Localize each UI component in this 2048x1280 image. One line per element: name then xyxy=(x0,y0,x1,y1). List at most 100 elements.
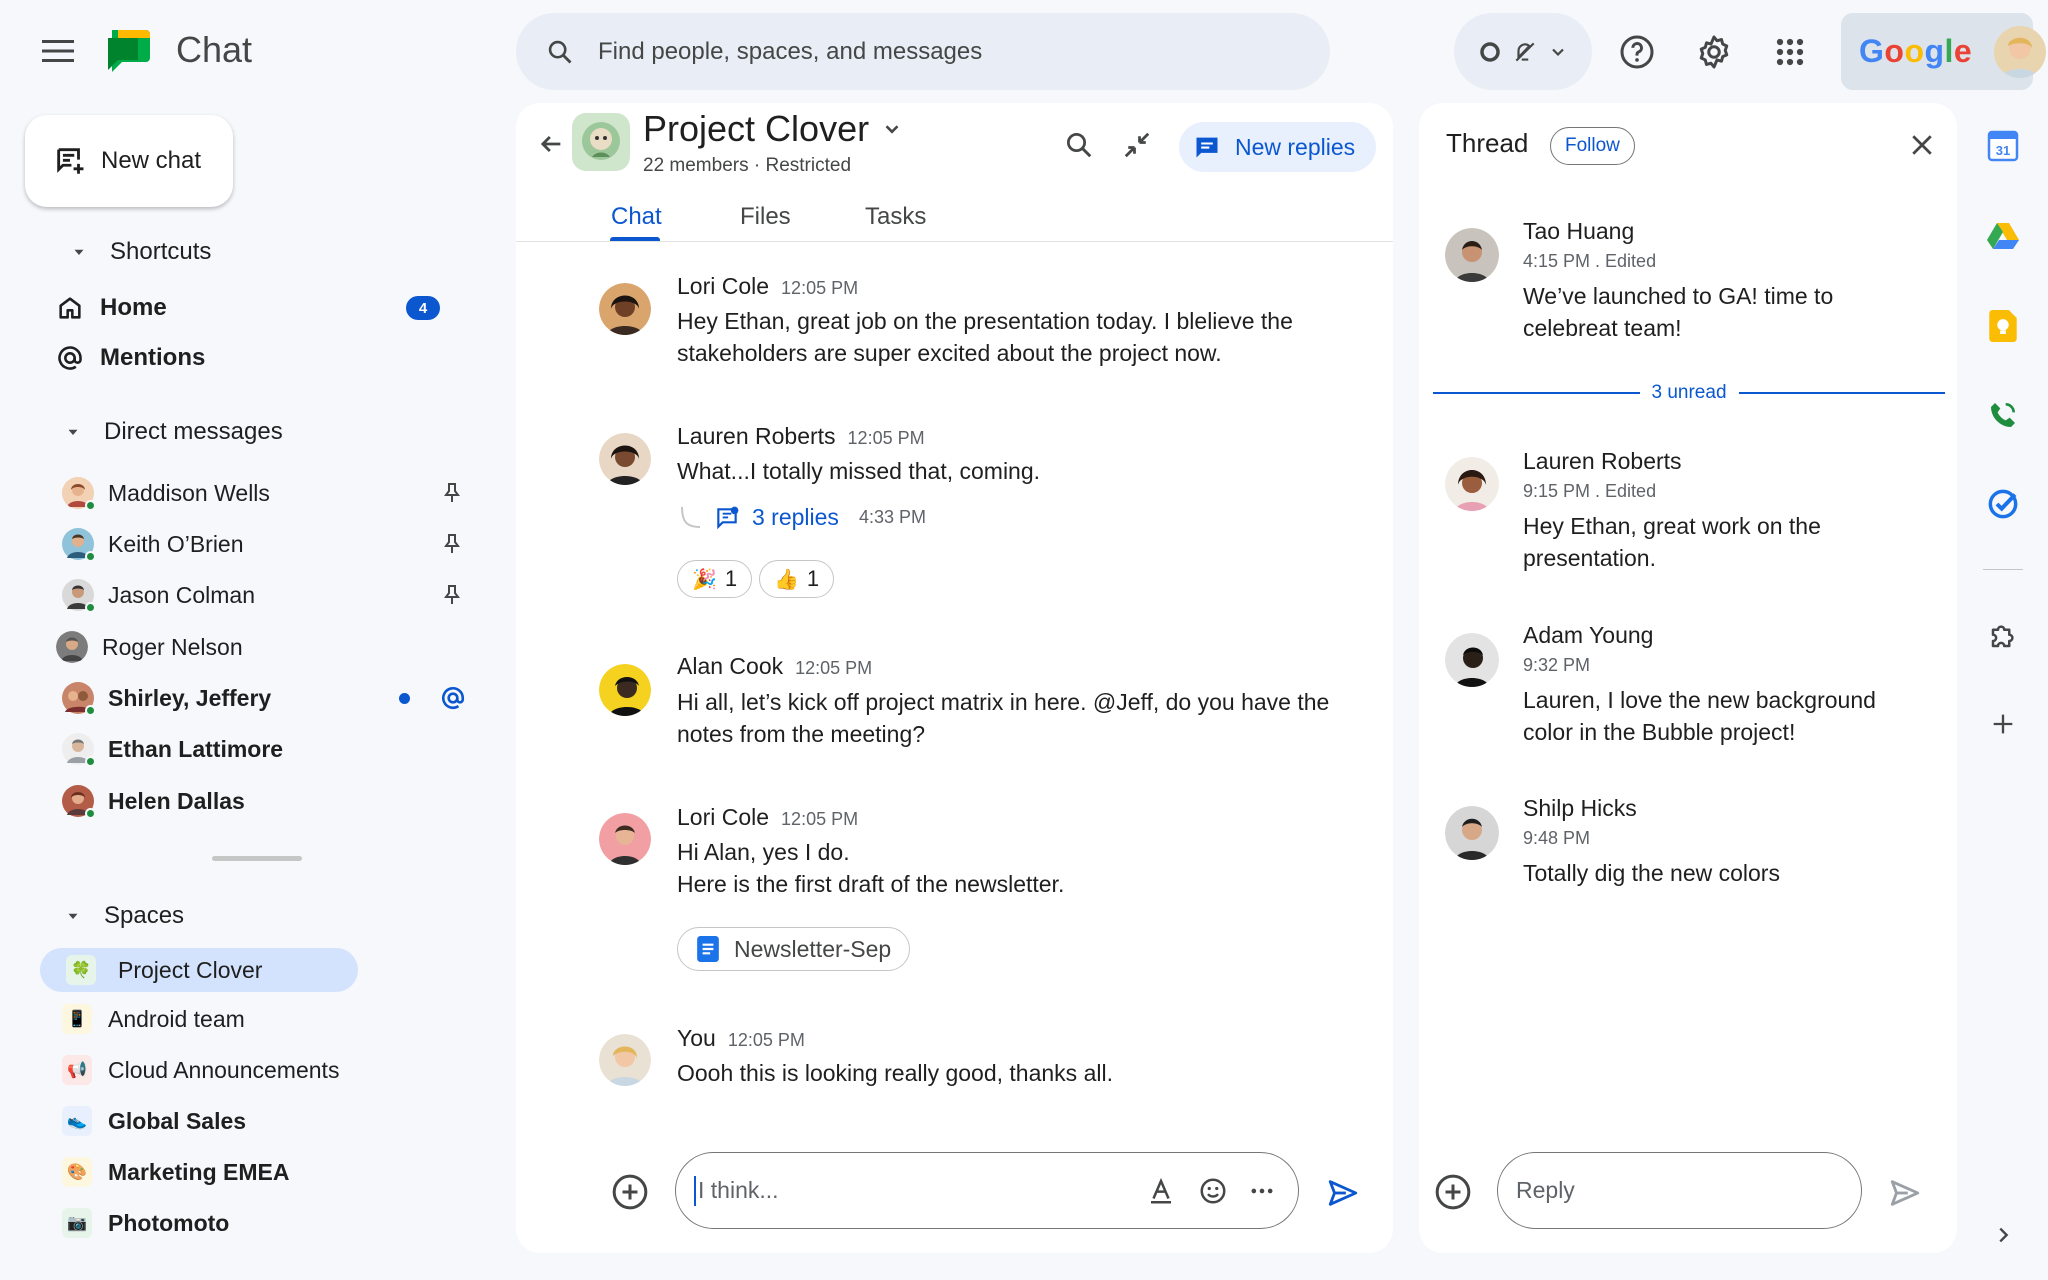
message-time: 12:05 PM xyxy=(727,1030,805,1050)
calendar-icon: 31 xyxy=(1987,130,2019,162)
add-attachment-button[interactable] xyxy=(610,1172,650,1212)
search-bar[interactable]: Find people, spaces, and messages xyxy=(516,13,1330,90)
space-item-android-team[interactable]: 📱 Android team xyxy=(40,997,358,1041)
message-author: Alan Cook xyxy=(677,653,784,679)
settings-button[interactable] xyxy=(1690,28,1738,76)
attachment-name: Newsletter-Sep xyxy=(734,935,892,962)
voice-app-button[interactable] xyxy=(1979,391,2027,439)
dm-name: Roger Nelson xyxy=(102,633,243,660)
nav-item-home[interactable]: Home 4 xyxy=(56,286,476,330)
pin-icon[interactable] xyxy=(440,532,464,556)
get-addons-button[interactable] xyxy=(1979,700,2027,748)
avatar xyxy=(1445,806,1499,860)
thread-reply-input[interactable]: Reply xyxy=(1516,1177,1575,1204)
account-switcher[interactable]: Google xyxy=(1841,13,2047,90)
avatar xyxy=(1445,633,1499,687)
pin-icon[interactable] xyxy=(440,481,464,505)
dm-item[interactable]: Ethan Lattimore xyxy=(62,727,482,771)
thread-send-button[interactable] xyxy=(1887,1176,1923,1210)
pin-icon[interactable] xyxy=(440,583,464,607)
spaces-section-toggle[interactable]: Spaces xyxy=(64,902,184,930)
dm-item[interactable]: Shirley, Jeffery xyxy=(62,676,482,720)
drive-app-button[interactable] xyxy=(1979,211,2027,259)
chevron-down-icon xyxy=(885,125,899,134)
text-format-icon[interactable] xyxy=(1146,1176,1176,1206)
puzzle-icon xyxy=(1991,625,2014,648)
send-button[interactable] xyxy=(1325,1176,1361,1210)
message-composer[interactable]: I think... xyxy=(675,1152,1299,1229)
dm-item[interactable]: Jason Colman xyxy=(62,573,482,617)
resize-handle[interactable] xyxy=(212,856,302,861)
new-chat-icon xyxy=(57,148,84,174)
space-item-marketing-emea[interactable]: 🎨 Marketing EMEA xyxy=(40,1150,358,1194)
dm-item[interactable]: Maddison Wells xyxy=(62,471,482,515)
text-caret xyxy=(694,1175,696,1206)
drive-icon xyxy=(1987,223,2019,249)
caret-down-icon xyxy=(68,913,78,919)
thread-reply-box[interactable]: Reply xyxy=(1497,1152,1862,1229)
dm-item[interactable]: Keith O’Brien xyxy=(62,522,482,566)
more-options-icon[interactable] xyxy=(1248,1177,1276,1205)
caret-down-icon xyxy=(74,249,84,255)
dm-item[interactable]: Helen Dallas xyxy=(62,779,482,823)
apps-launcher[interactable] xyxy=(1766,28,1814,76)
keep-app-button[interactable] xyxy=(1979,302,2027,350)
tab-files[interactable]: Files xyxy=(740,203,791,231)
message-time: 12:05 PM xyxy=(781,809,859,829)
dm-item[interactable]: Roger Nelson xyxy=(56,625,476,669)
space-name: Android team xyxy=(108,1005,245,1032)
avatar xyxy=(62,528,96,562)
account-avatar[interactable] xyxy=(1994,25,2047,78)
space-title-menu[interactable]: Project Clover xyxy=(643,108,903,150)
direct-messages-section-toggle[interactable]: Direct messages xyxy=(64,418,283,446)
message-input[interactable]: I think... xyxy=(698,1177,1146,1204)
shortcuts-section-toggle[interactable]: Shortcuts xyxy=(70,238,211,266)
expand-side-panel-button[interactable] xyxy=(1979,1211,2027,1259)
mentions-label: Mentions xyxy=(100,344,206,371)
close-thread-button[interactable] xyxy=(1907,130,1937,160)
search-input[interactable]: Find people, spaces, and messages xyxy=(598,38,982,66)
calendar-app-button[interactable]: 31 xyxy=(1979,122,2027,170)
search-icon xyxy=(1067,133,1092,158)
new-chat-button[interactable]: New chat xyxy=(25,115,233,207)
message-time: 12:05 PM xyxy=(781,278,859,298)
close-icon xyxy=(1912,135,1932,155)
reaction-chip[interactable]: 🎉 1 xyxy=(677,560,753,598)
tasks-app-button[interactable] xyxy=(1979,480,2027,528)
attachment-chip[interactable]: Newsletter-Sep xyxy=(677,927,911,971)
status-selector[interactable] xyxy=(1454,13,1592,90)
message-reply-icon xyxy=(1196,137,1218,158)
thread-add-attachment-button[interactable] xyxy=(1433,1172,1473,1212)
help-icon xyxy=(1620,35,1654,69)
space-item-cloud-announcements[interactable]: 📢 Cloud Announcements xyxy=(40,1048,370,1092)
help-button[interactable] xyxy=(1613,28,1661,76)
tab-chat[interactable]: Chat xyxy=(611,203,662,231)
space-item-project-clover[interactable]: 🍀 Project Clover xyxy=(40,948,358,992)
dm-name: Jason Colman xyxy=(108,581,256,608)
space-item-global-sales[interactable]: 👟 Global Sales xyxy=(40,1099,358,1143)
addons-button[interactable] xyxy=(1979,612,2027,660)
message-body: What...I totally missed that, coming. xyxy=(677,458,1041,484)
collapse-button[interactable] xyxy=(1122,130,1152,160)
avatar xyxy=(1445,457,1499,511)
replies-count: 3 replies xyxy=(752,504,839,530)
avatar xyxy=(62,785,96,819)
nav-item-mentions[interactable]: Mentions xyxy=(56,336,476,380)
back-button[interactable] xyxy=(533,130,569,158)
search-icon xyxy=(548,40,572,63)
tab-tasks[interactable]: Tasks xyxy=(865,203,926,231)
message-header: Lori Cole 12:05 PM xyxy=(677,273,858,300)
thread-text: We’ve launched to GA! time to celebreat t… xyxy=(1523,283,1834,341)
new-replies-button[interactable]: New replies xyxy=(1179,122,1376,172)
follow-button[interactable]: Follow xyxy=(1550,127,1635,165)
new-replies-label: New replies xyxy=(1235,133,1356,160)
main-menu-button[interactable] xyxy=(30,30,86,72)
reaction-chip[interactable]: 👍 1 xyxy=(759,560,835,598)
search-in-space-button[interactable] xyxy=(1064,130,1094,160)
emoji-icon[interactable] xyxy=(1198,1176,1228,1206)
home-icon xyxy=(59,297,81,319)
space-icon: 👟 xyxy=(62,1106,92,1136)
space-item-photomoto[interactable]: 📷 Photomoto xyxy=(40,1201,358,1245)
app-logo[interactable]: Chat xyxy=(104,26,252,74)
thread-replies-link[interactable]: 3 replies 4:33 PM xyxy=(680,504,926,531)
